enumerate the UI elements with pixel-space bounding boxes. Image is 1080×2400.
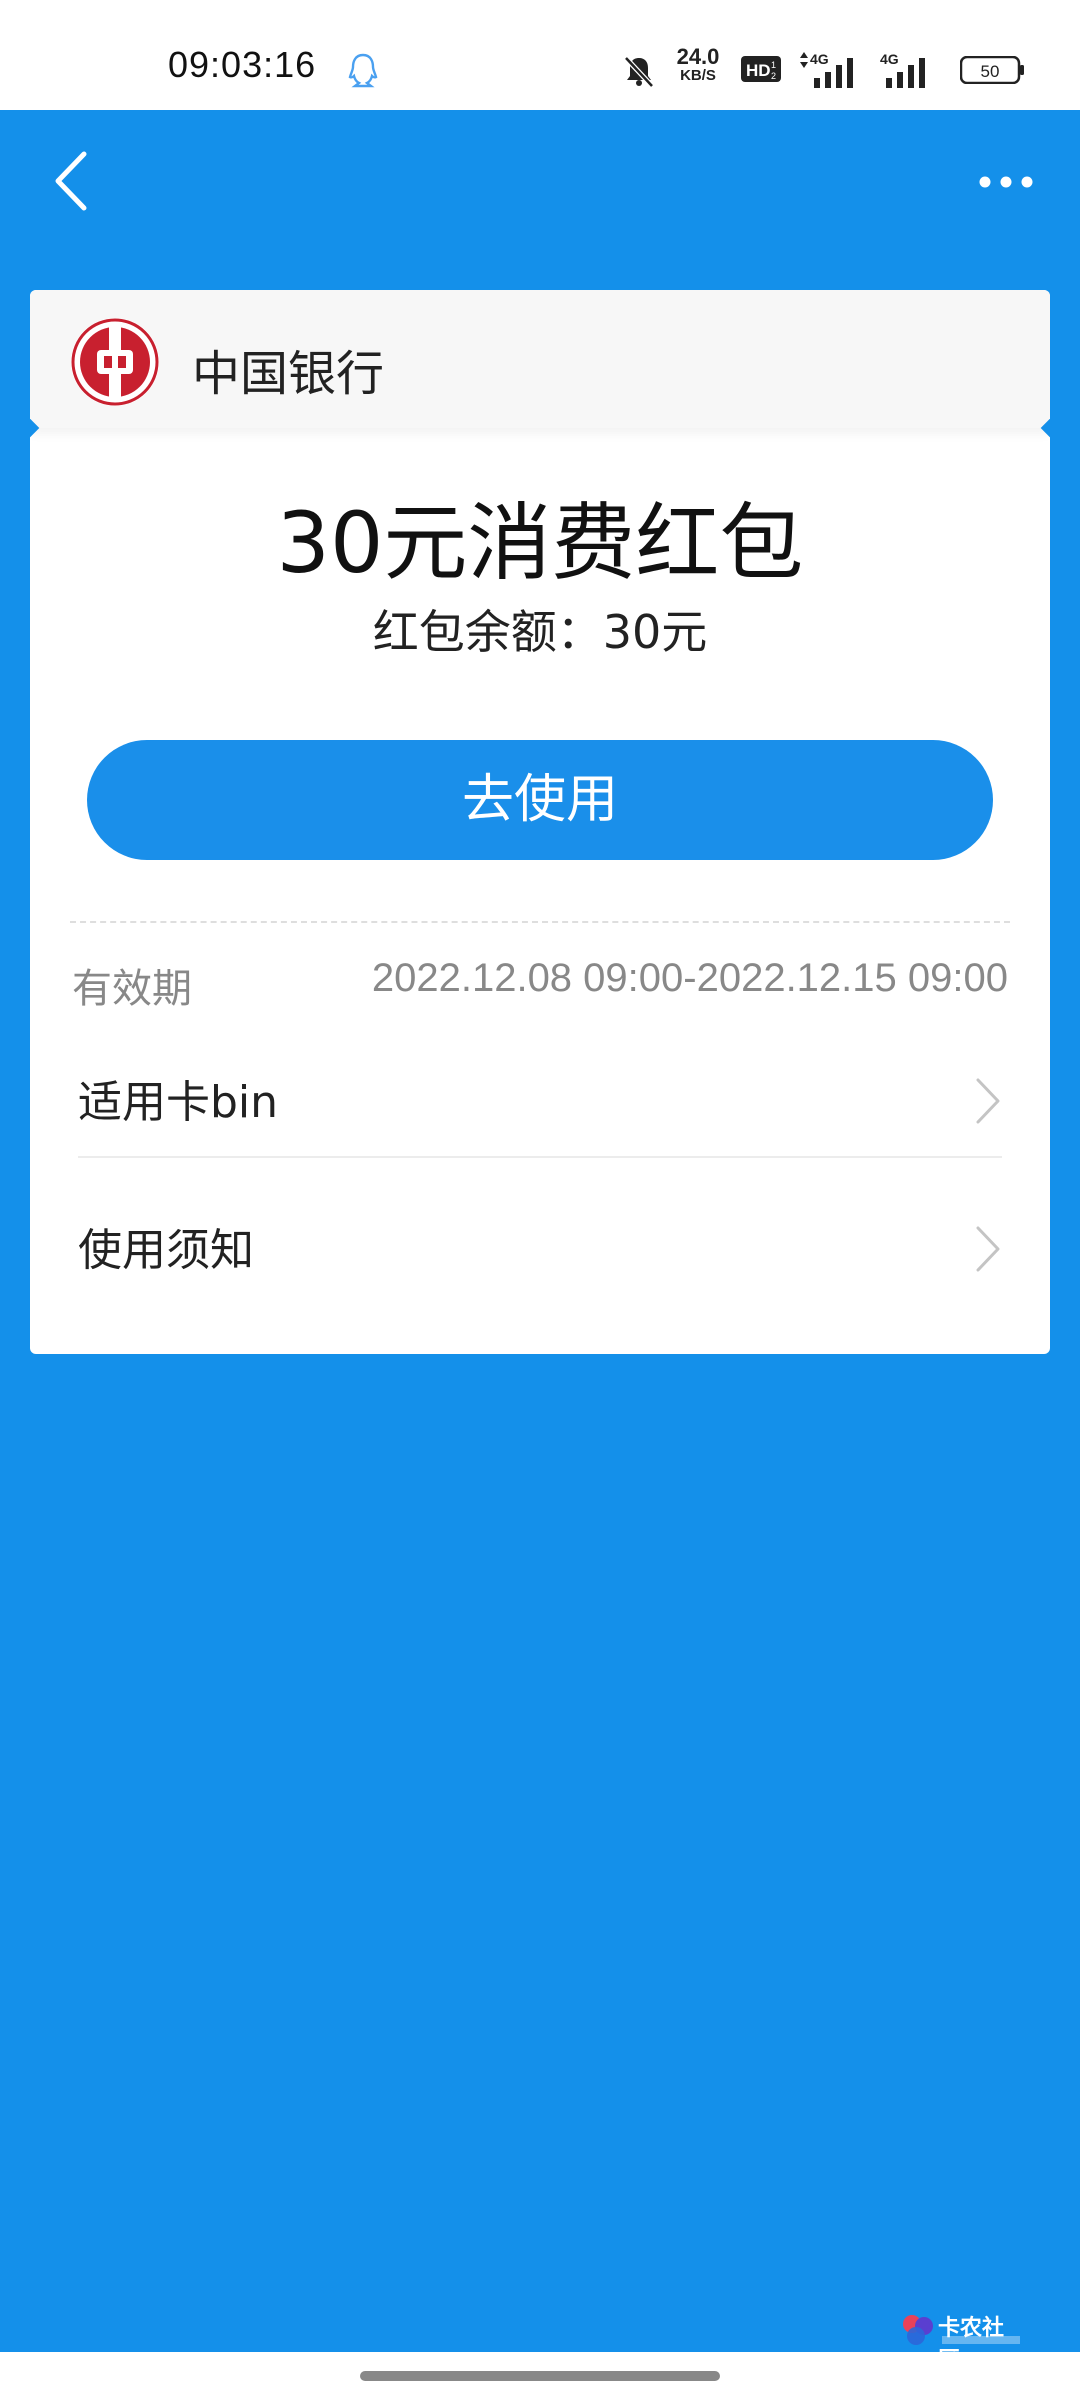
- chevron-left-icon[interactable]: [48, 148, 96, 214]
- battery-icon: 50: [960, 56, 1024, 84]
- hd-voice-icon: HD 1 2: [741, 56, 781, 82]
- net-speed-value: 24.0: [676, 44, 720, 69]
- status-bar: 09:03:16 24.0 KB/S HD 1 2 4G 4G 50: [0, 0, 1080, 110]
- validity-label: 有效期: [72, 966, 192, 1012]
- svg-text:1: 1: [771, 60, 776, 70]
- signal-4g-icon-2: 4G: [880, 51, 925, 88]
- status-time: 09:03:16: [168, 44, 317, 85]
- usage-notice-row[interactable]: 使用须知: [78, 1180, 1002, 1326]
- dashed-divider: [70, 921, 1010, 923]
- more-dots-icon[interactable]: [978, 170, 1034, 194]
- bank-name: 中国银行: [192, 346, 385, 402]
- watermark-logo-icon: [903, 2315, 933, 2345]
- status-icons: 24.0 KB/S HD 1 2 4G 4G 50: [620, 46, 1080, 90]
- hd-label: HD: [746, 61, 771, 80]
- chevron-right-icon: [976, 1078, 1000, 1124]
- use-coupon-button[interactable]: 去使用: [87, 740, 993, 860]
- watermark-subtext: [942, 2336, 1020, 2344]
- coupon-title: 30元消费红包: [276, 494, 804, 592]
- net-speed: 24.0 KB/S: [668, 46, 728, 84]
- coupon-balance: 红包余额：30元: [372, 605, 708, 659]
- svg-text:2: 2: [771, 71, 776, 81]
- net-speed-unit: KB/S: [680, 67, 716, 84]
- boc-logo-icon: [71, 318, 159, 406]
- qq-notification-icon: [348, 53, 378, 88]
- row-label: 适用卡bin: [78, 1077, 279, 1128]
- chevron-right-icon: [976, 1226, 1000, 1272]
- signal-2-label: 4G: [880, 51, 899, 67]
- battery-level: 50: [981, 62, 1000, 81]
- home-indicator[interactable]: [360, 2371, 720, 2381]
- validity-value: 2022.12.08 09:00-2022.12.15 09:00: [371, 956, 1008, 1000]
- card-header: 中国银行: [30, 290, 1050, 428]
- signal-4g-icon: 4G: [800, 51, 853, 88]
- signal-1-label: 4G: [810, 51, 829, 67]
- watermark: 卡农社区: [900, 2310, 1024, 2373]
- row-divider: [78, 1156, 1002, 1158]
- coupon-card: 中国银行 30元消费红包 红包余额：30元 去使用 有效期 2022.12.08…: [30, 290, 1050, 1354]
- row-label: 使用须知: [78, 1225, 254, 1276]
- bell-muted-icon: [624, 56, 654, 88]
